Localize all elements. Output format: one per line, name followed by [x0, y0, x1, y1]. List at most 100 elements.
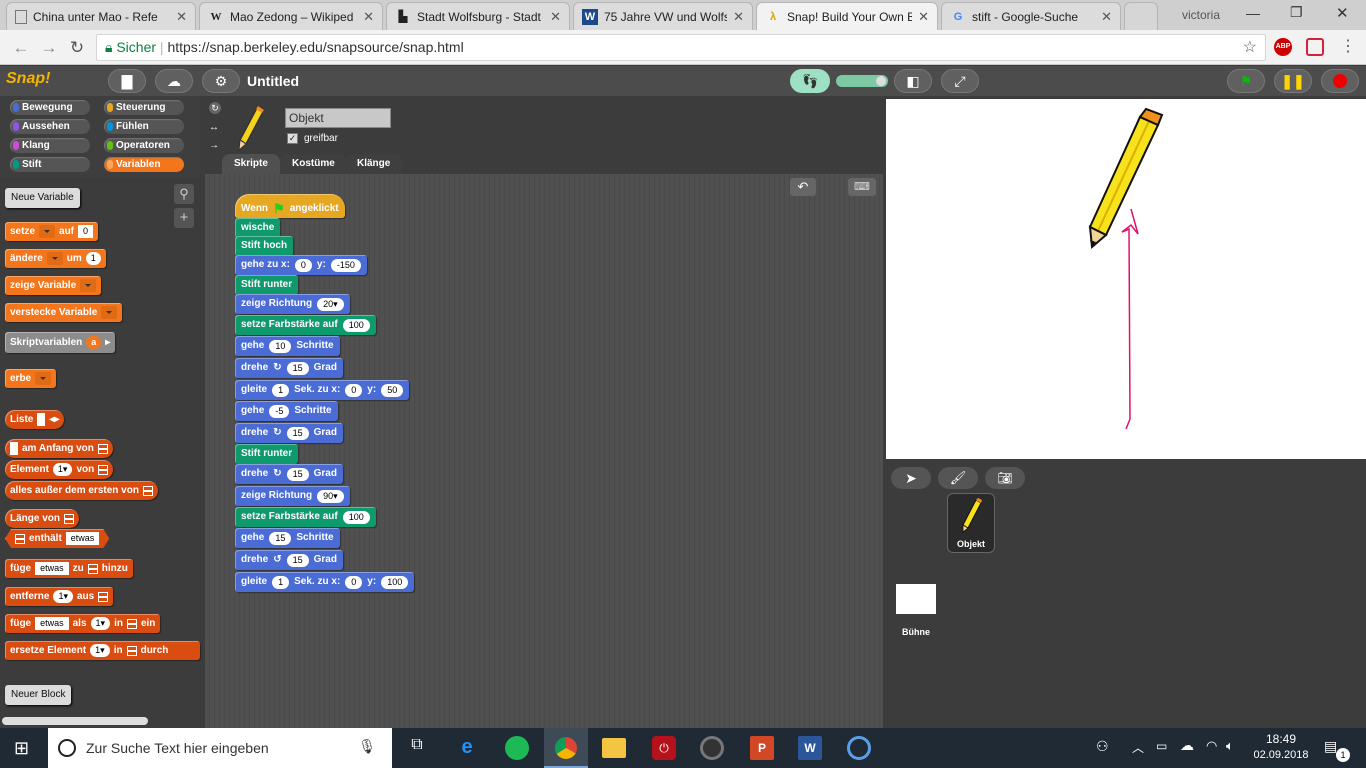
script-variables-block[interactable]: Skriptvariablen a ▸ — [5, 332, 116, 353]
when-flag-clicked-block[interactable]: Wenn ⚑ angeklickt — [235, 194, 345, 218]
draggable-checkbox[interactable]: ✓ — [287, 133, 298, 144]
clock-time[interactable]: 18:49 — [1256, 732, 1306, 746]
sprite-thumbnail[interactable]: Objekt — [947, 493, 995, 553]
item-of-block[interactable]: Element 1▾ von — [5, 460, 114, 479]
close-tab-icon[interactable]: ✕ — [363, 9, 374, 25]
dropdown-arrow[interactable] — [35, 372, 52, 385]
move-steps-block[interactable]: gehe 10 Schritte — [235, 336, 340, 356]
browser-tab[interactable]: W 75 Jahre VW und Wolfs ✕ — [573, 2, 753, 30]
browser-tab[interactable]: W Mao Zedong – Wikiped ✕ — [199, 2, 383, 30]
camera-button[interactable]: 📷︎ — [985, 467, 1025, 489]
turn-right-block[interactable]: drehe ↻ 15 Grad — [235, 423, 343, 443]
paint-brush-button[interactable]: 🖌︎ — [938, 467, 978, 489]
reload-icon[interactable]: ↻ — [66, 37, 88, 59]
windows-start-icon[interactable]: ⊞ — [14, 738, 29, 759]
palette-scrollbar[interactable] — [2, 717, 148, 725]
category-variables[interactable]: Variablen — [104, 157, 184, 172]
arrows-icon[interactable]: ◂▸ — [49, 410, 59, 429]
snap-logo[interactable]: Snap! — [6, 70, 50, 88]
file-explorer-icon[interactable] — [602, 738, 626, 758]
set-pen-size-block[interactable]: setze Farbstärke auf 100 — [235, 315, 376, 335]
all-but-first-block[interactable]: alles außer dem ersten von — [5, 481, 158, 500]
tab-sounds[interactable]: Klänge — [345, 154, 403, 174]
in-front-of-block[interactable]: am Anfang von — [5, 439, 113, 458]
insert-in-list-block[interactable]: füge etwas als 1▾ in ein — [5, 614, 161, 633]
forward-icon[interactable]: → — [38, 37, 60, 59]
pen-down-block[interactable]: Stift runter — [235, 444, 299, 464]
chevron-up-icon[interactable]: ︿ — [1132, 739, 1144, 756]
project-menu-button[interactable]: ▇ — [108, 69, 146, 93]
wifi-icon[interactable]: ◠ — [1206, 738, 1217, 754]
dropdown-arrow[interactable] — [46, 252, 63, 265]
restore-icon[interactable]: ❐ — [1290, 4, 1303, 21]
set-pen-size-block[interactable]: setze Farbstärke auf 100 — [235, 507, 376, 527]
back-icon[interactable]: ← — [10, 37, 32, 59]
arrow-right-icon[interactable]: ▸ — [105, 333, 110, 352]
hide-variable-block[interactable]: verstecke Variable — [5, 303, 123, 322]
word-icon[interactable]: W — [798, 736, 822, 760]
people-icon[interactable]: ⚇ — [1096, 738, 1109, 755]
browser-tab-active[interactable]: λ Snap! Build Your Own B ✕ — [756, 2, 938, 30]
chrome-taskbar-button[interactable] — [544, 728, 588, 768]
bookmark-star-icon[interactable]: ☆ — [1243, 35, 1257, 60]
normal-stage-button[interactable]: ◧ — [894, 69, 932, 93]
length-of-block[interactable]: Länge von — [5, 509, 80, 528]
clear-block[interactable]: wische — [235, 218, 281, 238]
close-tab-icon[interactable]: ✕ — [176, 9, 187, 25]
clock-date[interactable]: 02.09.2018 — [1248, 749, 1314, 761]
category-pen[interactable]: Stift — [10, 157, 90, 172]
go-to-xy-block[interactable]: gehe zu x: 0 y: -150 — [235, 255, 367, 275]
category-operators[interactable]: Operatoren — [104, 138, 184, 153]
glide-block[interactable]: gleite 1 Sek. zu x: 0 y: 50 — [235, 380, 410, 400]
rotate-icon[interactable]: ↻ — [209, 102, 221, 114]
sprite-name-field[interactable]: Objekt — [285, 108, 391, 128]
turn-right-block[interactable]: drehe ↻ 15 Grad — [235, 464, 343, 484]
inherit-block[interactable]: erbe — [5, 369, 57, 388]
point-in-direction-block[interactable]: zeige Richtung 20▾ — [235, 294, 350, 314]
new-tab-button[interactable] — [1124, 2, 1158, 30]
new-block-button[interactable]: Neuer Block — [5, 685, 72, 705]
close-window-icon[interactable]: ✕ — [1336, 4, 1349, 22]
close-tab-icon[interactable]: ✕ — [1101, 9, 1112, 25]
replace-item-block[interactable]: ersetze Element 1▾ in durch — [5, 641, 200, 660]
app-icon[interactable] — [847, 736, 871, 760]
delete-from-list-block[interactable]: entferne 1▾ aus — [5, 587, 114, 606]
speed-slider[interactable] — [836, 75, 888, 87]
category-sound[interactable]: Klang — [10, 138, 90, 153]
turn-right-block[interactable]: drehe ↻ 15 Grad — [235, 358, 343, 378]
turtle-arrow-button[interactable]: ➤ — [891, 467, 931, 489]
menu-icon[interactable]: ⋮ — [1340, 36, 1356, 56]
edge-icon[interactable]: e — [455, 736, 479, 760]
list-block[interactable]: Liste ◂▸ — [5, 410, 65, 429]
tab-costumes[interactable]: Kostüme — [280, 154, 347, 174]
category-sensing[interactable]: Fühlen — [104, 119, 184, 134]
point-in-direction-block[interactable]: zeige Richtung 90▾ — [235, 486, 350, 506]
battery-icon[interactable]: ▭ — [1156, 739, 1167, 753]
powerpoint-icon[interactable]: P — [750, 736, 774, 760]
app-mode-toggle[interactable]: 👣︎ — [790, 69, 830, 93]
close-tab-icon[interactable]: ✕ — [918, 9, 929, 25]
plus-icon[interactable]: + — [174, 208, 194, 228]
change-variable-block[interactable]: ändere um 1 — [5, 249, 106, 268]
cloud-icon[interactable]: ☁ — [1180, 737, 1194, 754]
volume-icon[interactable]: 🔈︎ — [1226, 738, 1234, 754]
scripts-area[interactable]: ↶ ⌨ Wenn ⚑ angeklickt wische Stift hoch ge… — [205, 174, 883, 728]
green-flag-button[interactable]: ⚑ — [1227, 69, 1265, 93]
adblock-icon[interactable]: ABP — [1274, 38, 1292, 56]
profile-name[interactable]: victoria — [1182, 8, 1220, 22]
browser-tab[interactable]: ▙ Stadt Wolfsburg - Stadt ✕ — [386, 2, 570, 30]
move-steps-block[interactable]: gehe -5 Schritte — [235, 401, 338, 421]
turn-left-block[interactable]: drehe ↺ 15 Grad — [235, 550, 343, 570]
dropdown-arrow[interactable] — [101, 306, 118, 319]
pen-down-block[interactable]: Stift runter — [235, 275, 299, 295]
keyboard-icon[interactable]: ⌨ — [848, 178, 876, 196]
close-tab-icon[interactable]: ✕ — [733, 9, 744, 25]
browser-tab[interactable]: China unter Mao - Refe ✕ — [6, 2, 196, 30]
close-tab-icon[interactable]: ✕ — [550, 9, 561, 25]
flip-icon[interactable]: ↔ — [209, 122, 219, 133]
cloud-menu-button[interactable]: ☁ — [155, 69, 193, 93]
show-variable-block[interactable]: zeige Variable — [5, 276, 102, 295]
settings-menu-button[interactable]: ⚙ — [202, 69, 240, 93]
move-steps-block[interactable]: gehe 15 Schritte — [235, 528, 340, 548]
stage[interactable] — [886, 99, 1366, 459]
